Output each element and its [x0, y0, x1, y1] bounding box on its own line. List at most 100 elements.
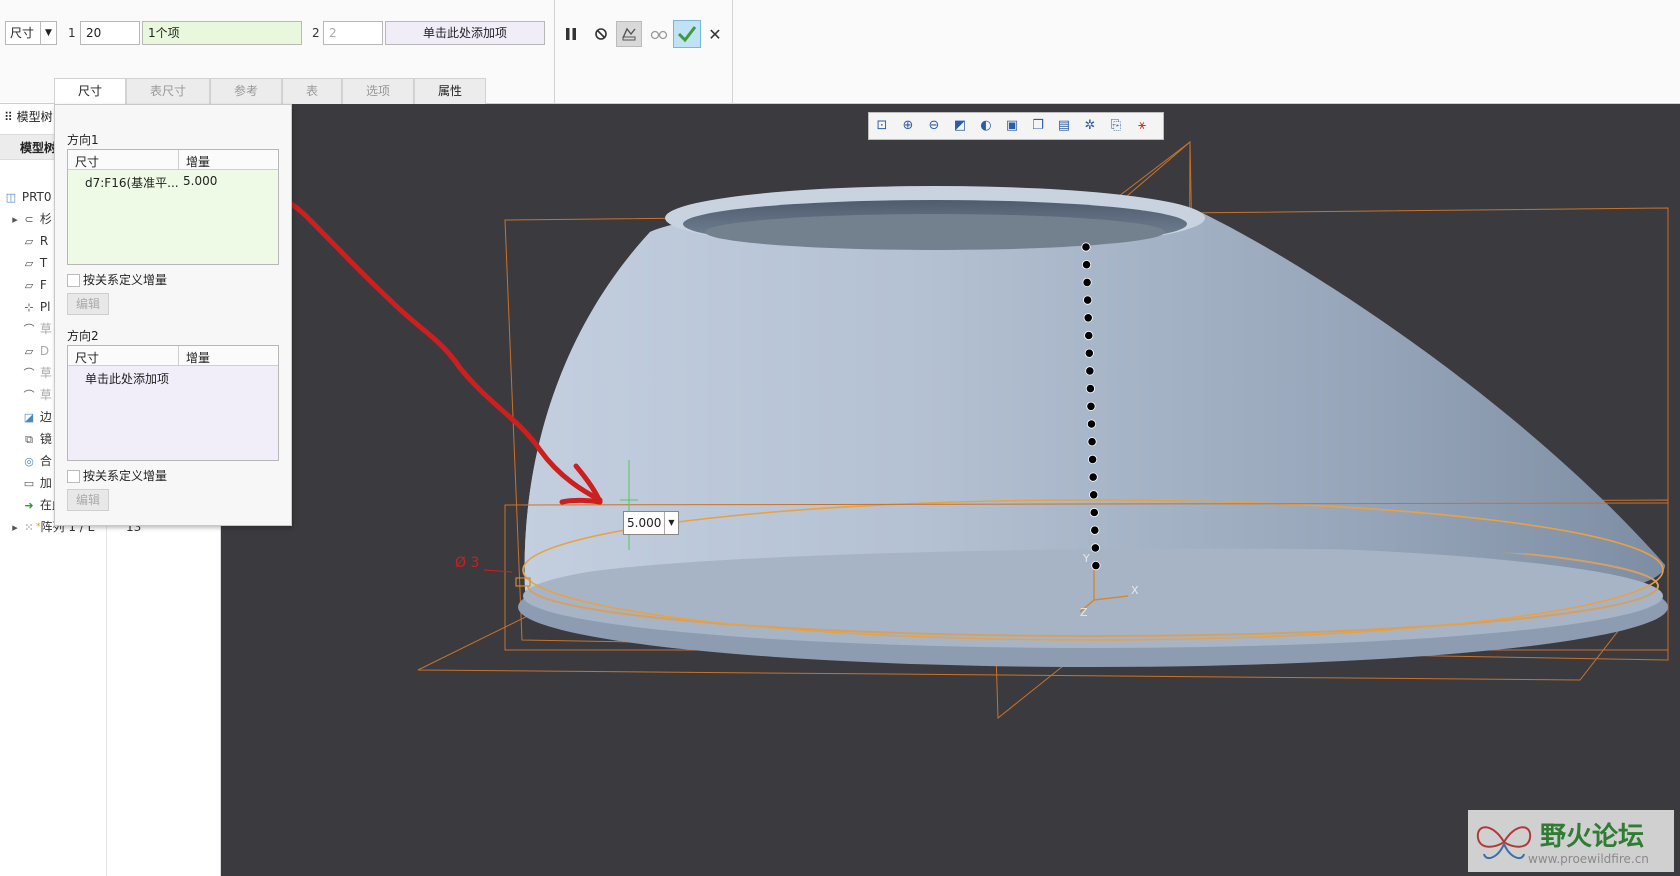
direction1-table[interactable]: 尺寸 增量 d7:F16(基准平... 5.000: [67, 149, 279, 265]
graphics-viewport[interactable]: Ø 3 Y X Z: [221, 104, 1680, 876]
annotation-display-icon[interactable]: ⎘: [1103, 113, 1129, 139]
view-orient-icon[interactable]: ◐: [973, 113, 999, 139]
col-header-dimension: 尺寸: [75, 351, 100, 365]
pattern-member-dot[interactable]: [1086, 401, 1096, 411]
pattern-icon: ⁙: [24, 521, 34, 534]
zoom-out-icon[interactable]: ⊖: [921, 113, 947, 139]
tree-item[interactable]: ⊹ Pl: [22, 296, 50, 318]
pattern-type-value: 尺寸: [10, 26, 35, 40]
tree-item[interactable]: ▭ 加: [22, 472, 52, 494]
chevron-down-icon[interactable]: ▼: [664, 512, 678, 534]
zoom-fit-icon[interactable]: ⊡: [869, 113, 895, 139]
pattern-member-dot[interactable]: [1081, 260, 1092, 270]
tree-item[interactable]: ▱ T: [22, 252, 47, 274]
pattern-member-dot[interactable]: [1089, 490, 1099, 500]
tree-item-root[interactable]: ◫ PRT0: [4, 186, 52, 208]
layer-icon: ⊂: [24, 213, 34, 226]
confirm-check-icon[interactable]: [673, 20, 701, 48]
tab-table-dimensions[interactable]: 表尺寸: [126, 78, 210, 104]
tree-grid-icon: ⠿: [4, 110, 13, 124]
pattern-member-dot[interactable]: [1084, 330, 1094, 341]
checkbox-icon[interactable]: [67, 274, 80, 287]
pattern-member-dot[interactable]: [1087, 437, 1097, 447]
relation-checkbox-1[interactable]: 按关系定义增量: [67, 271, 167, 288]
pattern-member-dot[interactable]: [1085, 383, 1096, 394]
expand-arrow-icon: ▸: [12, 521, 18, 534]
plane-icon: ▱: [24, 279, 34, 292]
axis-x-label: X: [1131, 584, 1139, 597]
plane-icon: ▱: [24, 257, 34, 270]
tree-item[interactable]: ⧉ 镜: [22, 428, 52, 450]
edit-button-2[interactable]: 编辑: [67, 489, 109, 511]
model-tree-header: ⠿ 模型树: [4, 110, 53, 124]
pattern-member-dot[interactable]: [1091, 560, 1101, 571]
axis-z-label: Z: [1080, 606, 1088, 619]
spin-center-icon[interactable]: ⚹: [1129, 113, 1155, 139]
pause-icon[interactable]: [558, 21, 584, 47]
dashboard-ribbon: 尺寸 ▼ 1 20 1个项 2 2 单击此处添加项 ✕ 尺寸 表尺寸 参考 表 …: [0, 0, 1680, 104]
tab-options[interactable]: 选项: [342, 78, 414, 104]
saved-views-icon[interactable]: ❐: [1025, 113, 1051, 139]
pattern-member-dot[interactable]: [1090, 525, 1100, 535]
direction1-label: 1: [68, 26, 76, 40]
direction1-count-input[interactable]: 20: [80, 21, 140, 45]
sketch-icon: ⌒: [23, 389, 35, 402]
tab-properties[interactable]: 属性: [414, 78, 486, 104]
tree-item[interactable]: ▸ ⊂ 杉: [8, 208, 52, 230]
part-icon: ◫: [5, 191, 17, 204]
direction2-count-input[interactable]: 2: [323, 21, 383, 45]
axis-y-label: Y: [1083, 552, 1090, 565]
edit-button-1[interactable]: 编辑: [67, 293, 109, 315]
tree-item[interactable]: ▱ R: [22, 230, 48, 252]
ribbon-divider: [732, 0, 733, 104]
tree-item[interactable]: ⌒ 草: [22, 384, 52, 406]
checkbox-icon[interactable]: [67, 470, 80, 483]
cancel-close-icon[interactable]: ✕: [702, 21, 728, 47]
tab-references[interactable]: 参考: [210, 78, 282, 104]
repaint-icon[interactable]: ◩: [947, 113, 973, 139]
pattern-member-dot[interactable]: [1083, 313, 1093, 323]
relation-checkbox-2[interactable]: 按关系定义增量: [67, 467, 167, 484]
direction2-add-item[interactable]: 单击此处添加项: [85, 370, 169, 387]
pattern-member-dot[interactable]: [1088, 454, 1098, 464]
watermark-title: 野火论坛: [1540, 822, 1645, 852]
pattern-member-dot[interactable]: [1086, 419, 1097, 429]
direction2-items-collector[interactable]: 单击此处添加项: [385, 21, 545, 45]
view-manager-icon[interactable]: ▤: [1051, 113, 1077, 139]
pattern-member-dot[interactable]: [1085, 366, 1095, 376]
direction1-title: 方向1: [67, 133, 99, 147]
row-increment[interactable]: 5.000: [183, 174, 217, 188]
pattern-member-dot[interactable]: [1083, 295, 1093, 305]
tree-item[interactable]: ⌒ 草: [22, 318, 52, 340]
chevron-down-icon: ▼: [40, 22, 56, 44]
tree-item[interactable]: ◪ 边: [22, 406, 52, 428]
tree-item[interactable]: ◎ 合: [22, 450, 52, 472]
pattern-member-dot[interactable]: [1082, 277, 1092, 287]
merge-icon: ◎: [24, 455, 34, 468]
tab-dimensions[interactable]: 尺寸: [54, 78, 126, 104]
direction1-items-collector[interactable]: 1个项: [142, 21, 302, 45]
pattern-member-dot[interactable]: [1084, 348, 1094, 358]
table-row[interactable]: d7:F16(基准平... 5.000: [68, 172, 278, 192]
glasses-icon[interactable]: [646, 21, 672, 47]
pattern-type-select[interactable]: 尺寸 ▼: [5, 21, 57, 45]
tree-item[interactable]: ▱ D: [22, 340, 49, 362]
geometry-preview-icon[interactable]: [616, 21, 642, 47]
dimension-value-input[interactable]: 5.000 ▼: [623, 511, 679, 535]
tab-tables[interactable]: 表: [282, 78, 342, 104]
insert-arrow-icon: ➜: [24, 499, 34, 512]
pattern-member-dot[interactable]: [1090, 543, 1100, 553]
pattern-member-dot[interactable]: [1088, 472, 1098, 482]
tree-item[interactable]: ⌒ 草: [22, 362, 52, 384]
pattern-member-dot[interactable]: [1081, 242, 1091, 252]
diameter-dimension-label: Ø 3: [455, 555, 480, 571]
tree-item[interactable]: ▱ F: [22, 274, 47, 296]
display-style-icon[interactable]: ▣: [999, 113, 1025, 139]
datum-display-icon[interactable]: ✲: [1077, 113, 1103, 139]
direction2-table[interactable]: 尺寸 增量 单击此处添加项: [67, 345, 279, 461]
butterfly-logo-icon: [1476, 826, 1532, 860]
no-preview-icon[interactable]: [588, 21, 614, 47]
zoom-in-icon[interactable]: ⊕: [895, 113, 921, 139]
pattern-member-dot[interactable]: [1089, 507, 1099, 518]
csys-icon: ⊹: [24, 301, 34, 314]
